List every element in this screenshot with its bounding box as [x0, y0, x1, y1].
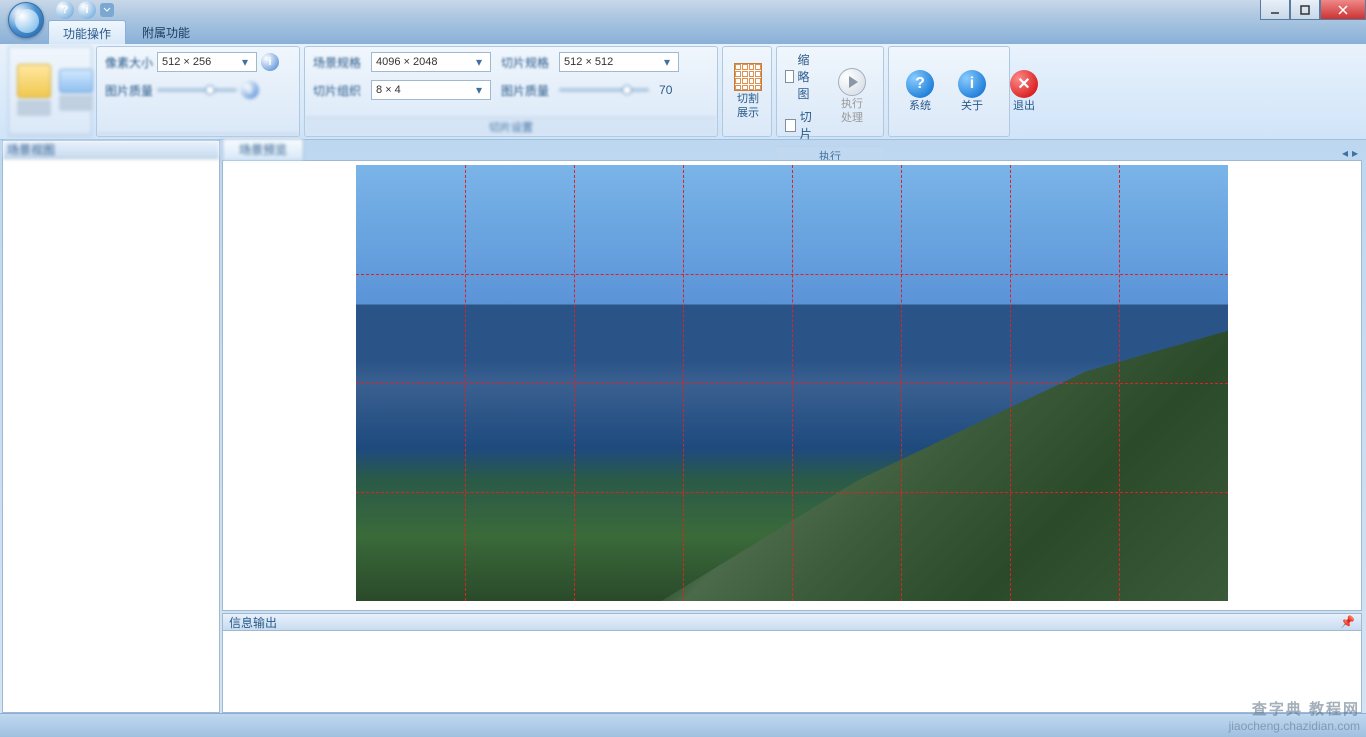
scene-combo[interactable]: 4096 × 2048▾: [371, 52, 491, 72]
document-tabs: 场景预览 ◂ ▸: [222, 140, 1362, 160]
output-panel: 信息输出 📌: [222, 613, 1362, 713]
group-label-3: 切片设置: [305, 117, 717, 136]
ribbon: 像素大小 512 × 256▾ i 图片质量 i 场景规格 4096 × 204…: [0, 44, 1366, 140]
ribbon-group-cut: 切割 展示: [722, 46, 772, 137]
tilegrid-label: 切片组织: [313, 82, 361, 99]
status-bar: [0, 713, 1366, 737]
close-button[interactable]: [1320, 0, 1366, 20]
system-button[interactable]: ?系统: [897, 65, 943, 118]
question-icon: ?: [906, 70, 934, 98]
about-button[interactable]: i关于: [949, 65, 995, 118]
tile-label: 切片规格: [501, 54, 549, 71]
title-bar: ? i: [0, 0, 1366, 20]
left-panel-body: [3, 159, 219, 712]
output-header: 信息输出 📌: [222, 613, 1362, 631]
scene-label: 场景规格: [313, 54, 361, 71]
window-controls: [1260, 0, 1366, 20]
chevron-down-icon[interactable]: ▾: [472, 55, 486, 69]
chevron-down-icon[interactable]: ▾: [238, 55, 252, 69]
execute-button[interactable]: 执行 处理: [829, 63, 875, 129]
main-area: 场景视图 场景预览 ◂ ▸: [0, 140, 1366, 713]
quality-label: 图片质量: [105, 82, 153, 99]
ribbon-group-execute: 缩略图 切片 执行 处理 执行: [776, 46, 884, 137]
minimize-button[interactable]: [1260, 0, 1290, 20]
group-label-1: [9, 133, 91, 136]
quick-access-toolbar: ? i: [56, 1, 114, 19]
grid-icon: [734, 63, 762, 91]
left-panel-header: 场景视图: [3, 141, 219, 159]
close-circle-icon: ✕: [1010, 70, 1038, 98]
size-combo[interactable]: 512 × 256▾: [157, 52, 257, 72]
quality-value: 70: [659, 83, 672, 97]
ribbon-group-size: 像素大小 512 × 256▾ i 图片质量 i: [96, 46, 300, 137]
quality2-label: 图片质量: [501, 82, 549, 99]
chevron-down-icon[interactable]: ▾: [472, 83, 486, 97]
maximize-button[interactable]: [1290, 0, 1320, 20]
document-tab[interactable]: 场景预览: [222, 138, 304, 160]
ribbon-group-tile: 场景规格 4096 × 2048▾ 切片规格 512 × 512▾ 切片组织 8…: [304, 46, 718, 137]
doc-sub-icon[interactable]: [59, 95, 93, 111]
ribbon-group-file: [8, 46, 92, 137]
qat-dropdown[interactable]: [100, 3, 114, 17]
info-qat-icon[interactable]: i: [78, 1, 96, 19]
play-icon: [838, 68, 866, 96]
ribbon-group-system: ?系统 i关于 ✕退出: [888, 46, 1010, 137]
output-body: [222, 631, 1362, 713]
file-sub-icon[interactable]: [17, 100, 51, 116]
pin-icon[interactable]: 📌: [1340, 615, 1355, 629]
left-panel: 场景视图: [2, 140, 220, 713]
tab-nav-arrows: ◂ ▸: [1342, 146, 1358, 160]
thumbnail-checkbox[interactable]: 缩略图: [785, 51, 819, 102]
size-label: 像素大小: [105, 54, 153, 71]
canvas[interactable]: [222, 160, 1362, 611]
tab-main[interactable]: 功能操作: [48, 20, 126, 44]
nav-left-icon[interactable]: ◂: [1342, 146, 1348, 160]
quality-slider[interactable]: [157, 88, 237, 92]
tilegrid-combo[interactable]: 8 × 4▾: [371, 80, 491, 100]
quality2-slider[interactable]: [559, 88, 649, 92]
tile-combo[interactable]: 512 × 512▾: [559, 52, 679, 72]
right-area: 场景预览 ◂ ▸: [222, 140, 1362, 713]
doc-icon[interactable]: [59, 69, 93, 93]
info-icon[interactable]: i: [261, 53, 279, 71]
help-qat-icon[interactable]: ?: [56, 1, 74, 19]
slice-checkbox[interactable]: 切片: [785, 108, 819, 142]
app-orb-button[interactable]: [8, 2, 44, 38]
image-preview: [356, 165, 1228, 601]
tile-grid-overlay: [356, 165, 1228, 601]
exit-button[interactable]: ✕退出: [1001, 65, 1047, 118]
folder-icon[interactable]: [17, 64, 51, 98]
chevron-down-icon[interactable]: ▾: [660, 55, 674, 69]
info-circle-icon: i: [958, 70, 986, 98]
cut-display-button[interactable]: 切割 展示: [725, 58, 771, 124]
info-icon-2[interactable]: i: [241, 81, 259, 99]
nav-right-icon[interactable]: ▸: [1352, 146, 1358, 160]
group-label-2: [97, 133, 299, 136]
ribbon-tab-strip: 功能操作 附属功能: [0, 20, 1366, 44]
watermark: 查字典 教程网 jiaocheng.chazidian.com: [1229, 701, 1360, 733]
tab-secondary[interactable]: 附属功能: [128, 20, 204, 44]
